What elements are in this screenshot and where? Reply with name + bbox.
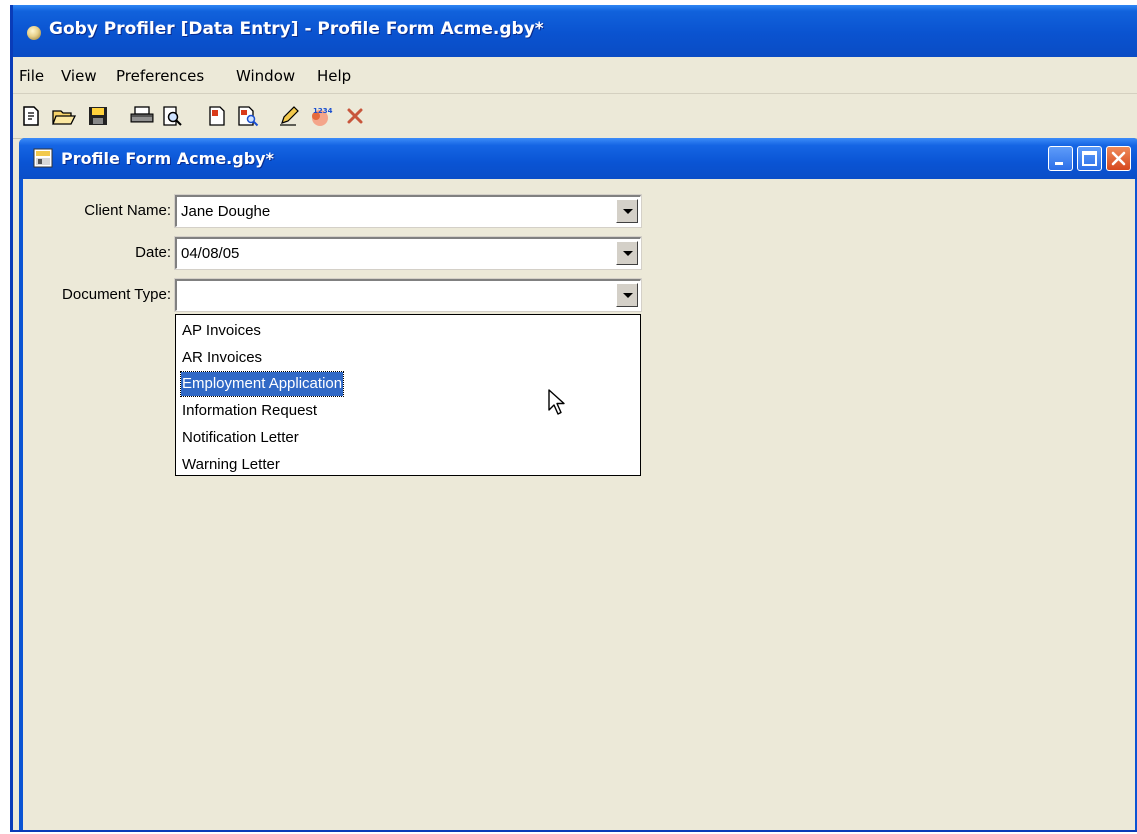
client-name-combo[interactable]: Jane Doughe: [174, 194, 642, 228]
numbering-icon[interactable]: 1234: [306, 102, 334, 130]
child-title: Profile Form Acme.gby*: [61, 149, 274, 168]
menu-preferences[interactable]: Preferences: [116, 67, 204, 85]
minimize-icon: [1055, 162, 1063, 165]
client-name-value: Jane Doughe: [181, 203, 271, 220]
close-icon: [1111, 151, 1126, 166]
open-folder-icon[interactable]: [50, 102, 78, 130]
option-notification-letter[interactable]: Notification Letter: [181, 426, 300, 450]
date-combo[interactable]: 04/08/05: [174, 236, 642, 270]
chevron-down-icon[interactable]: [616, 241, 638, 265]
form-icon: [33, 148, 53, 168]
form-body: Client Name: Jane Doughe Date: 04/08/05 …: [23, 179, 1135, 830]
option-ar-invoices[interactable]: AR Invoices: [181, 346, 263, 370]
option-employment-application[interactable]: Employment Application: [179, 371, 345, 397]
document-type-dropdown: AP Invoices AR Invoices Employment Appli…: [175, 314, 641, 476]
maximize-button[interactable]: [1077, 146, 1102, 171]
menu-help[interactable]: Help: [317, 67, 351, 85]
maximize-icon: [1082, 151, 1097, 166]
save-disk-icon[interactable]: [84, 102, 112, 130]
menu-window[interactable]: Window: [236, 67, 295, 85]
mouse-cursor-icon: [548, 389, 565, 415]
new-document-icon[interactable]: [17, 102, 45, 130]
profile-form-window: Profile Form Acme.gby* Client Name: Jane…: [19, 138, 1137, 830]
document-type-combo[interactable]: [174, 278, 642, 312]
minimize-button[interactable]: [1048, 146, 1073, 171]
option-ap-invoices[interactable]: AP Invoices: [181, 319, 262, 343]
menu-bar: File View Preferences Window Help: [13, 57, 1137, 94]
red-document-icon[interactable]: [203, 102, 231, 130]
date-value: 04/08/05: [181, 245, 240, 262]
svg-text:1234: 1234: [313, 107, 333, 115]
option-information-request[interactable]: Information Request: [181, 399, 318, 423]
document-search-icon[interactable]: [234, 102, 262, 130]
app-title: Goby Profiler [Data Entry] - Profile For…: [49, 19, 544, 39]
menu-view[interactable]: View: [61, 67, 97, 85]
application-window: Goby Profiler [Data Entry] - Profile For…: [10, 5, 1137, 832]
print-preview-icon[interactable]: [159, 102, 187, 130]
chevron-down-icon[interactable]: [616, 283, 638, 307]
document-type-label: Document Type:: [62, 286, 171, 303]
close-button[interactable]: [1106, 146, 1131, 171]
client-name-label: Client Name:: [84, 202, 171, 219]
chevron-down-icon[interactable]: [616, 199, 638, 223]
date-label: Date:: [135, 244, 171, 261]
app-icon: [27, 26, 41, 40]
option-warning-letter[interactable]: Warning Letter: [181, 453, 281, 477]
print-icon[interactable]: [128, 102, 156, 130]
app-title-bar[interactable]: Goby Profiler [Data Entry] - Profile For…: [13, 5, 1137, 57]
pencil-icon[interactable]: [275, 102, 303, 130]
toolbar: 1234: [13, 94, 1137, 139]
menu-file[interactable]: File: [19, 67, 44, 85]
delete-x-icon[interactable]: [341, 102, 369, 130]
child-title-bar[interactable]: Profile Form Acme.gby*: [19, 138, 1137, 179]
